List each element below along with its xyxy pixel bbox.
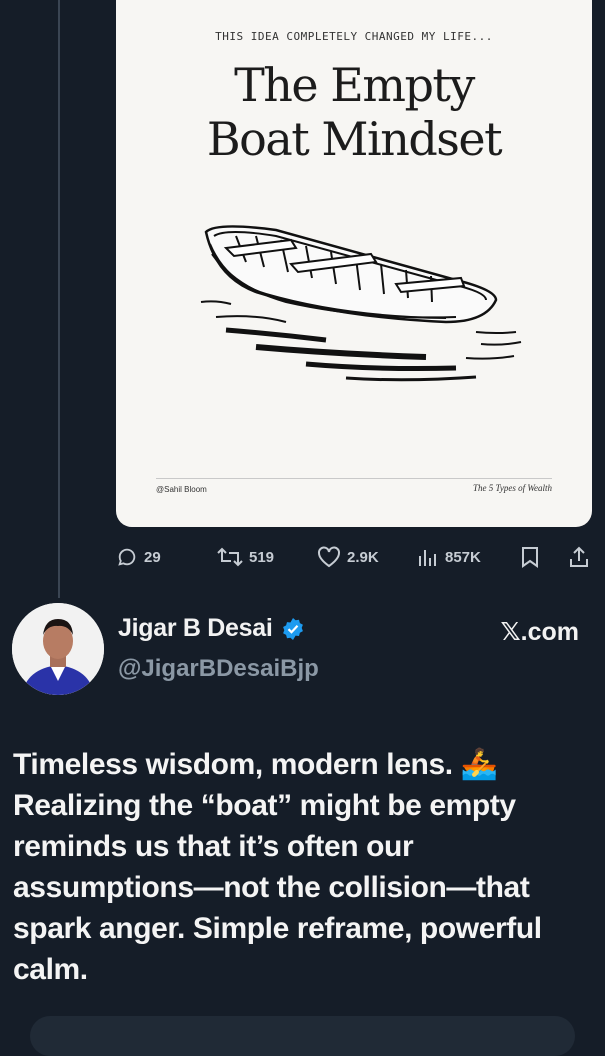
bookmark-icon (522, 547, 538, 568)
reply-body-text: Timeless wisdom, modern lens. 🚣 Realizin… (13, 748, 542, 986)
like-count: 2.9K (347, 548, 379, 566)
author-name[interactable]: Jigar B Desai (118, 614, 273, 643)
card-title-line-2: Boat Mindset (206, 112, 503, 166)
avatar[interactable] (12, 603, 104, 695)
source-label: 𝕏.com (500, 618, 580, 646)
share-button[interactable] (568, 542, 590, 572)
post-image-card[interactable]: THIS IDEA COMPLETELY CHANGED MY LIFE... … (116, 0, 592, 527)
card-divider (156, 478, 552, 479)
reply-button[interactable]: 29 (116, 542, 161, 572)
boat-illustration (200, 225, 522, 382)
view-count: 857K (445, 548, 481, 566)
bottom-bar (30, 1016, 575, 1056)
card-title: The Empty Boat Mindset (116, 58, 592, 166)
card-book-title: The 5 Types of Wealth (473, 483, 552, 493)
thread-line (58, 0, 60, 598)
verified-badge-icon (282, 617, 303, 640)
share-icon (570, 546, 588, 567)
views-chart-icon (419, 550, 436, 566)
card-title-line-1: The Empty (234, 58, 475, 112)
post-action-bar: 29 519 2.9K 857K (116, 542, 592, 572)
views-button[interactable]: 857K (417, 542, 481, 572)
bookmark-button[interactable] (520, 542, 540, 572)
like-button[interactable]: 2.9K (317, 542, 379, 572)
heart-icon (318, 546, 340, 568)
repost-button[interactable]: 519 (217, 542, 274, 572)
card-credit: @Sahil Bloom (156, 485, 207, 494)
avatar-portrait (12, 603, 104, 695)
repost-count: 519 (249, 548, 275, 566)
reply-count: 29 (144, 548, 161, 566)
card-kicker: THIS IDEA COMPLETELY CHANGED MY LIFE... (215, 30, 493, 43)
reply-author-row: Jigar B Desai (118, 614, 305, 643)
repost-icon (217, 547, 243, 567)
author-handle[interactable]: @JigarBDesaiBjp (118, 655, 319, 683)
reply-icon (118, 548, 136, 566)
